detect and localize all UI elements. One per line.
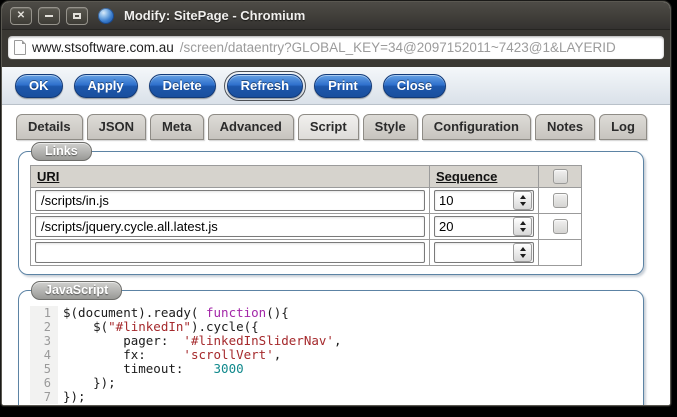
maximize-window-button[interactable] [66,6,88,25]
spin-up-icon[interactable] [519,195,526,199]
sequence-input[interactable] [435,193,512,208]
close-window-button[interactable]: ✕ [10,6,32,25]
tab-configuration[interactable]: Configuration [421,114,531,140]
tab-meta[interactable]: Meta [150,114,204,140]
code-line: 5 timeout: 3000 [30,362,632,376]
links-row [30,213,582,240]
window-title: Modify: SitePage - Chromium [124,8,306,23]
tab-json[interactable]: JSON [86,114,147,140]
chromium-icon [98,7,114,24]
minimize-icon [45,14,53,17]
code-line: 3 pager: '#linkedInSliderNav', [30,334,632,348]
javascript-fieldset: JavaScript 1 $(document).ready( function(… [18,281,644,405]
tab-style[interactable]: Style [362,114,418,140]
links-legend: Links [31,142,92,161]
links-header-row: URI Sequence [30,165,582,188]
code-line: 6 }); [30,376,632,390]
row-checkbox[interactable] [552,219,568,234]
line-number: 1 [30,306,58,320]
url-bar-row: www.stsoftware.com.au/screen/dataentry?G… [2,30,670,67]
spin-buttons[interactable] [513,217,532,236]
print-button[interactable]: Print [314,73,372,98]
sequence-spinner [434,242,534,263]
desktop: { "window": { "title": "Modify: SitePage… [0,0,677,417]
line-number: 7 [30,390,58,404]
column-header-sequence[interactable]: Sequence [429,165,539,188]
links-row [30,239,582,266]
tab-details[interactable]: Details [16,114,83,140]
code-text: fx: 'scrollVert', [63,347,282,362]
ok-button[interactable]: OK [15,73,63,98]
spin-down-icon[interactable] [519,228,526,232]
delete-button[interactable]: Delete [148,73,216,98]
links-fieldset: Links URI Sequence [18,142,644,275]
browser-window: ✕ Modify: SitePage - Chromium www.stsoft… [1,1,671,406]
tab-script[interactable]: Script [297,114,359,140]
select-all-checkbox[interactable] [552,169,568,184]
line-number: 5 [30,362,58,376]
sequence-spinner [434,190,534,211]
maximize-icon [73,12,81,19]
spin-buttons[interactable] [513,243,532,262]
column-header-uri[interactable]: URI [30,165,430,188]
sequence-input[interactable] [435,245,512,260]
line-number: 6 [30,376,58,390]
code-text: }); [63,389,86,404]
code-text: $("#linkedIn").cycle({ [63,319,259,334]
page-icon [14,39,26,55]
code-line: 7}); [30,390,632,404]
apply-button[interactable]: Apply [73,73,138,98]
tab-bar: Details JSON Meta Advanced Script Style Config… [16,114,670,140]
code-text: timeout: 3000 [63,361,244,376]
code-line: 4 fx: 'scrollVert', [30,348,632,362]
page-content: Details JSON Meta Advanced Script Style Config… [2,105,670,405]
uri-input[interactable] [35,242,425,263]
tab-notes[interactable]: Notes [534,114,596,140]
code-text: $(document).ready( function(){ [63,305,289,320]
close-button[interactable]: Close [382,73,447,98]
links-row [30,187,582,214]
spin-up-icon[interactable] [519,221,526,225]
spin-up-icon[interactable] [519,247,526,251]
minimize-window-button[interactable] [38,6,60,25]
uri-input[interactable] [35,216,425,237]
code-line: 2 $("#linkedIn").cycle({ [30,320,632,334]
javascript-legend: JavaScript [31,281,123,300]
url-input[interactable]: www.stsoftware.com.au/screen/dataentry?G… [8,35,664,59]
row-checkbox[interactable] [552,193,568,208]
line-number: 3 [30,334,58,348]
links-table: URI Sequence [30,165,582,266]
refresh-button[interactable]: Refresh [223,70,307,101]
code-editor[interactable]: 1 $(document).ready( function(){2 $("#lin… [30,304,632,405]
tab-advanced[interactable]: Advanced [207,114,294,140]
tab-log[interactable]: Log [599,114,647,140]
titlebar: ✕ Modify: SitePage - Chromium [2,2,670,30]
action-toolbar: OK Apply Delete Refresh Print Close [2,67,670,105]
code-text: pager: '#linkedInSliderNav', [63,333,342,348]
spin-buttons[interactable] [513,191,532,210]
code-text: }); [63,375,116,390]
line-number: 2 [30,320,58,334]
uri-input[interactable] [35,190,425,211]
spin-down-icon[interactable] [519,202,526,206]
url-host: www.stsoftware.com.au [32,39,174,55]
sequence-spinner [434,216,534,237]
code-line: 1 $(document).ready( function(){ [30,306,632,320]
url-path: /screen/dataentry?GLOBAL_KEY=34@20971520… [179,39,616,55]
line-number: 4 [30,348,58,362]
spin-down-icon[interactable] [519,254,526,258]
sequence-input[interactable] [435,219,512,234]
column-header-select [538,165,582,188]
